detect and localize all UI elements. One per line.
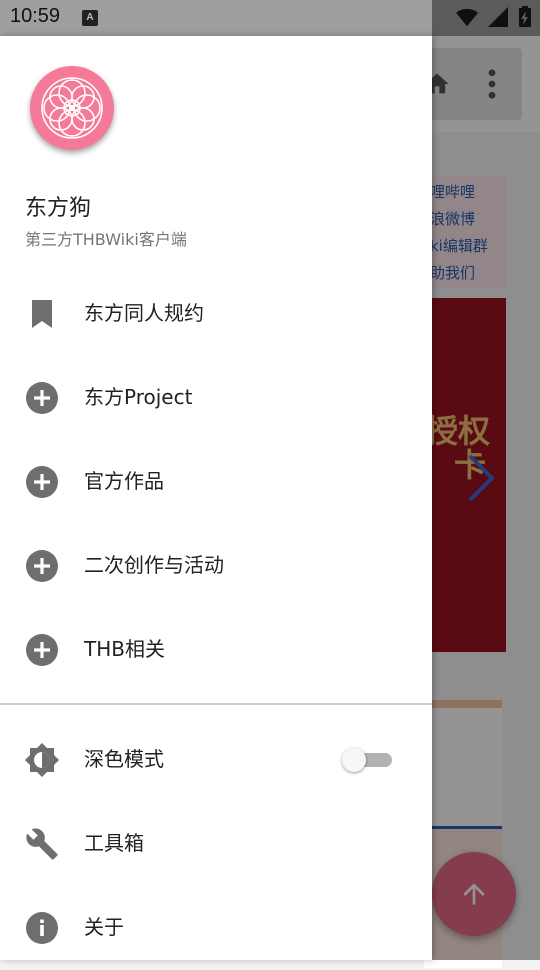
brightness-icon: [24, 742, 60, 778]
navigation-drawer: 东方狗 第三方THBWiki客户端 东方同人规约 东方Project 官方作品 …: [0, 36, 432, 960]
status-bar-scrim: [432, 0, 540, 36]
dark-mode-toggle[interactable]: [342, 748, 392, 772]
app-logo: [30, 66, 114, 150]
status-time: 10:59: [10, 5, 61, 27]
nav-item-toolbox[interactable]: 工具箱: [0, 802, 432, 886]
notification-icon: A: [82, 10, 98, 26]
flower-logo-icon: [41, 77, 103, 139]
nav-item-label: 关于: [84, 915, 124, 939]
bookmark-icon: [24, 296, 60, 332]
nav-item-official-works[interactable]: 官方作品: [0, 440, 432, 524]
app-name: 东方狗: [25, 196, 92, 221]
toggle-thumb: [342, 748, 366, 772]
nav-item-label: 工具箱: [84, 831, 144, 855]
info-icon: [24, 910, 60, 946]
nav-item-label: 东方同人规约: [84, 301, 204, 325]
nav-item-touhou-project[interactable]: 东方Project: [0, 356, 432, 440]
plus-circle-icon: [24, 380, 60, 416]
nav-item-dark-mode[interactable]: 深色模式: [0, 718, 432, 802]
nav-item-label: 二次创作与活动: [84, 553, 224, 577]
nav-item-about[interactable]: 关于: [0, 886, 432, 970]
nav-item-label: 东方Project: [84, 385, 193, 409]
nav-item-label: 官方作品: [84, 469, 164, 493]
wrench-icon: [24, 826, 60, 862]
plus-circle-icon: [24, 548, 60, 584]
status-bar: 10:59 A: [0, 0, 540, 36]
nav-item-label: THB相关: [84, 637, 165, 661]
plus-circle-icon: [24, 464, 60, 500]
nav-item-thb-related[interactable]: THB相关: [0, 608, 432, 692]
nav-item-doujin-rules[interactable]: 东方同人规约: [0, 272, 432, 356]
nav-item-fan-creations[interactable]: 二次创作与活动: [0, 524, 432, 608]
nav-item-label: 深色模式: [84, 747, 164, 771]
drawer-divider: [0, 703, 432, 705]
app-subtitle: 第三方THBWiki客户端: [25, 230, 187, 249]
plus-circle-icon: [24, 632, 60, 668]
